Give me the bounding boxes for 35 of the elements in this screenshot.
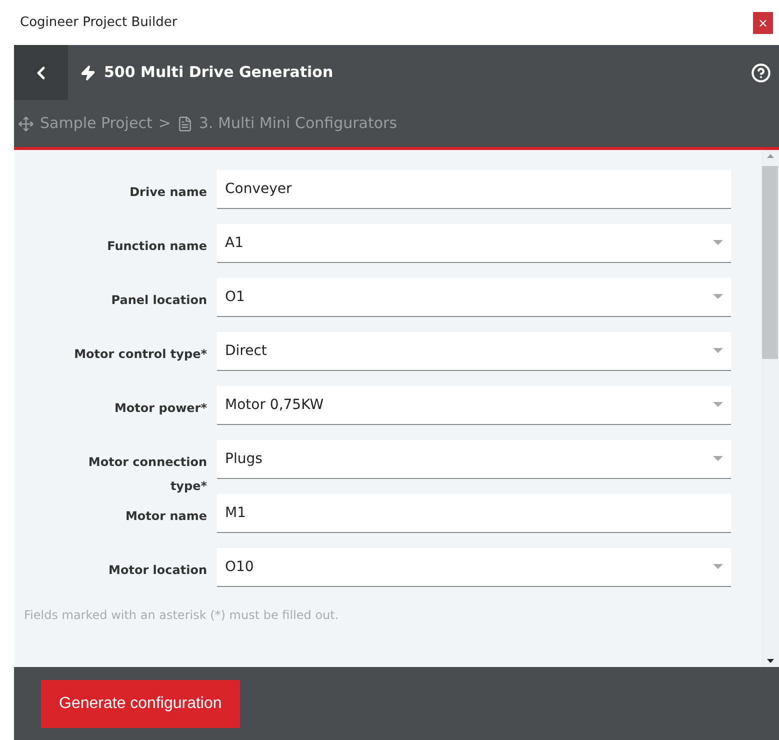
generate-button[interactable]: Generate configuration bbox=[41, 680, 240, 728]
move-icon bbox=[18, 116, 34, 132]
field-label: Motor location bbox=[108, 562, 208, 579]
lightning-icon bbox=[80, 64, 96, 80]
dropdown-field[interactable]: Motor 0,75KW bbox=[217, 386, 731, 425]
document-icon bbox=[176, 116, 193, 132]
input-field[interactable]: M1 bbox=[217, 494, 731, 533]
dropdown-field[interactable]: A1 bbox=[217, 224, 731, 263]
field-label: Drive name bbox=[128, 184, 208, 201]
scroll-up-icon[interactable] bbox=[766, 154, 774, 158]
scroll-down-icon[interactable] bbox=[766, 659, 774, 663]
field-label: Motor power* bbox=[113, 400, 208, 417]
field-label: Motor control type* bbox=[73, 346, 208, 363]
dropdown-caret-icon bbox=[713, 402, 723, 408]
close-button[interactable]: × bbox=[753, 12, 773, 34]
dropdown-caret-icon bbox=[713, 240, 723, 246]
dropdown-field[interactable]: O1 bbox=[217, 278, 731, 317]
field-label: Panel location bbox=[110, 292, 208, 309]
breadcrumb-separator: > bbox=[158, 113, 171, 134]
dropdown-caret-icon bbox=[713, 456, 723, 462]
dropdown-caret-icon bbox=[713, 564, 723, 570]
dropdown-field[interactable]: Direct bbox=[217, 332, 731, 371]
page-title: 500 Multi Drive Generation bbox=[104, 62, 334, 84]
dropdown-caret-icon bbox=[713, 294, 723, 300]
input-field[interactable]: Conveyer bbox=[217, 170, 731, 209]
scrollbar[interactable] bbox=[761, 150, 779, 667]
field-label: Function name bbox=[106, 238, 208, 255]
window-title: Cogineer Project Builder bbox=[20, 14, 178, 32]
dropdown-field[interactable]: O10 bbox=[217, 548, 731, 587]
dropdown-field[interactable]: Plugs bbox=[217, 440, 731, 479]
help-icon[interactable] bbox=[751, 62, 771, 82]
field-label: Motor connection type* bbox=[87, 454, 208, 495]
required-note: Fields marked with an asterisk (*) must be filled out. bbox=[24, 607, 340, 624]
field-label: Motor name bbox=[124, 508, 208, 525]
dropdown-caret-icon bbox=[713, 348, 723, 354]
